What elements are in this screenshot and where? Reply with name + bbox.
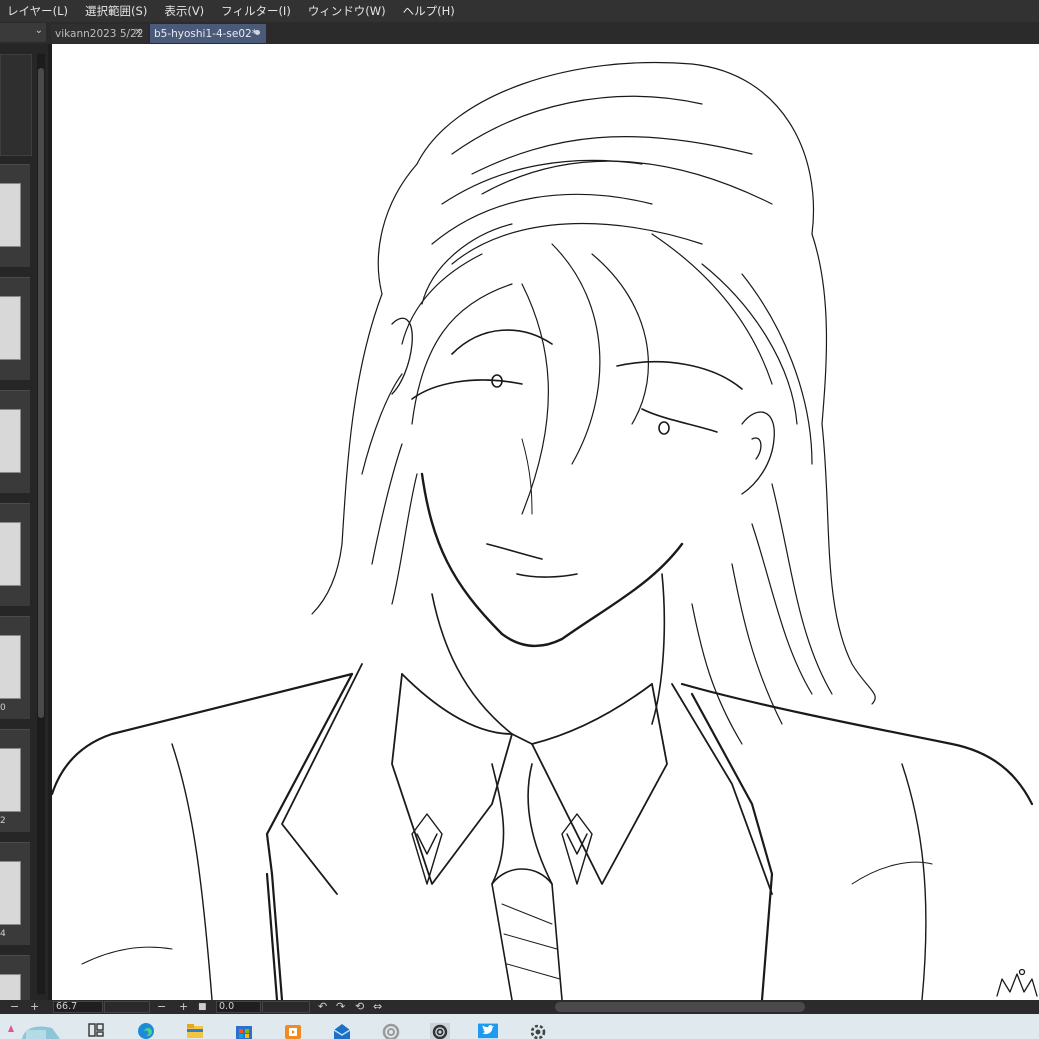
menu-help[interactable]: ヘルプ(H) — [396, 3, 465, 19]
twitter-icon[interactable] — [478, 1020, 498, 1039]
menu-layer[interactable]: レイヤー(L) — [0, 3, 78, 19]
edge-icon[interactable] — [136, 1020, 156, 1039]
scrollbar-thumb[interactable] — [38, 68, 44, 718]
menu-view[interactable]: 表示(V) — [157, 3, 214, 19]
rotate-right-icon[interactable]: ↷ — [336, 1000, 345, 1014]
clip-studio-icon[interactable] — [381, 1020, 401, 1039]
menu-window[interactable]: ウィンドウ(W) — [301, 3, 396, 19]
file-explorer-icon[interactable] — [185, 1020, 205, 1039]
page-thumbnail[interactable] — [0, 503, 30, 606]
necktie — [491, 763, 563, 1000]
zoom-field[interactable]: 66.7 — [53, 1001, 103, 1013]
zoom-out-icon[interactable]: − — [157, 1000, 166, 1014]
page-thumbnail-image — [0, 748, 21, 812]
media-player-icon[interactable] — [283, 1020, 303, 1039]
face-outline — [420, 472, 684, 648]
widgets-icon[interactable] — [2, 1020, 62, 1039]
shirt-collar — [281, 663, 773, 895]
page-thumbnail-image — [0, 183, 21, 247]
task-view-icon[interactable] — [86, 1020, 106, 1039]
clip-studio-paint-icon[interactable] — [430, 1020, 450, 1039]
minus-icon[interactable]: − — [10, 1000, 19, 1014]
unsaved-dot-icon[interactable] — [255, 30, 260, 35]
page-thumbnail[interactable] — [0, 955, 30, 1003]
drawing-canvas[interactable] — [52, 44, 1039, 1000]
zoom-slider[interactable] — [104, 1001, 150, 1013]
rotation-field[interactable]: 0.0 — [216, 1001, 261, 1013]
page-thumbnail-image — [0, 522, 21, 586]
zoom-in-icon[interactable]: + — [179, 1000, 188, 1014]
page-thumbnail[interactable] — [0, 390, 30, 493]
line-art-illustration — [52, 61, 1038, 1000]
page-thumbnail-image — [0, 974, 21, 1003]
page-manager-panel: 0 2 4 — [0, 44, 48, 1003]
menu-bar: レイヤー(L) 選択範囲(S) 表示(V) フィルター(I) ウィンドウ(W) … — [0, 0, 1039, 22]
flip-icon[interactable]: ⇔ — [373, 1000, 382, 1014]
chevron-down-icon: ⌄ — [34, 25, 43, 36]
menu-selection[interactable]: 選択範囲(S) — [78, 3, 157, 19]
jacket-outline — [52, 672, 1034, 1000]
store-icon[interactable] — [234, 1020, 254, 1039]
rotate-left-icon[interactable]: ↶ — [318, 1000, 327, 1014]
page-panel-scrollbar[interactable] — [37, 54, 45, 994]
ear — [391, 317, 775, 495]
document-tab-bar: ⌄ vikann2023 5/22 × b5-hyoshi1-4-se02* — [0, 22, 1039, 44]
tab-label: b5-hyoshi1-4-se02* — [154, 27, 257, 40]
status-bar: − + 66.7 − + ■ 0.0 ↶ ↷ ⟲ ⇔ — [0, 1000, 1039, 1014]
page-thumbnail[interactable]: 2 — [0, 729, 30, 832]
page-thumbnail-image — [0, 296, 21, 360]
page-thumbnail-image — [0, 635, 21, 699]
hair-strokes — [311, 61, 876, 745]
tab-vikann[interactable]: vikann2023 5/22 × — [51, 24, 148, 43]
rotation-slider[interactable] — [262, 1001, 310, 1013]
page-number: 4 — [0, 929, 6, 939]
horizontal-scrollbar-thumb[interactable] — [555, 1002, 805, 1012]
plus-icon[interactable]: + — [30, 1000, 39, 1014]
windows-taskbar — [0, 1014, 1039, 1039]
fit-icon[interactable]: ■ — [198, 1000, 207, 1014]
neck — [431, 573, 666, 735]
page-thumbnail[interactable] — [0, 164, 30, 267]
tab-b5-hyoshi[interactable]: b5-hyoshi1-4-se02* — [150, 24, 266, 43]
page-thumbnail[interactable]: 0 — [0, 616, 30, 719]
page-thumbnail[interactable]: 4 — [0, 842, 30, 945]
tab-label: vikann2023 5/22 — [55, 27, 144, 40]
panel-header-dropdown[interactable]: ⌄ — [0, 23, 46, 42]
page-number: 0 — [0, 703, 6, 713]
mail-icon[interactable] — [332, 1020, 352, 1039]
artist-signature-crown — [996, 968, 1038, 997]
reset-rotation-icon[interactable]: ⟲ — [355, 1000, 364, 1014]
settings-icon[interactable] — [528, 1020, 548, 1039]
page-number: 2 — [0, 816, 6, 826]
close-icon[interactable]: × — [134, 25, 143, 38]
menu-filter[interactable]: フィルター(I) — [214, 3, 301, 19]
page-thumbnail-image — [0, 861, 21, 925]
panel-preview-area — [0, 54, 32, 156]
page-thumbnail-image — [0, 409, 21, 473]
page-thumbnail[interactable] — [0, 277, 30, 380]
